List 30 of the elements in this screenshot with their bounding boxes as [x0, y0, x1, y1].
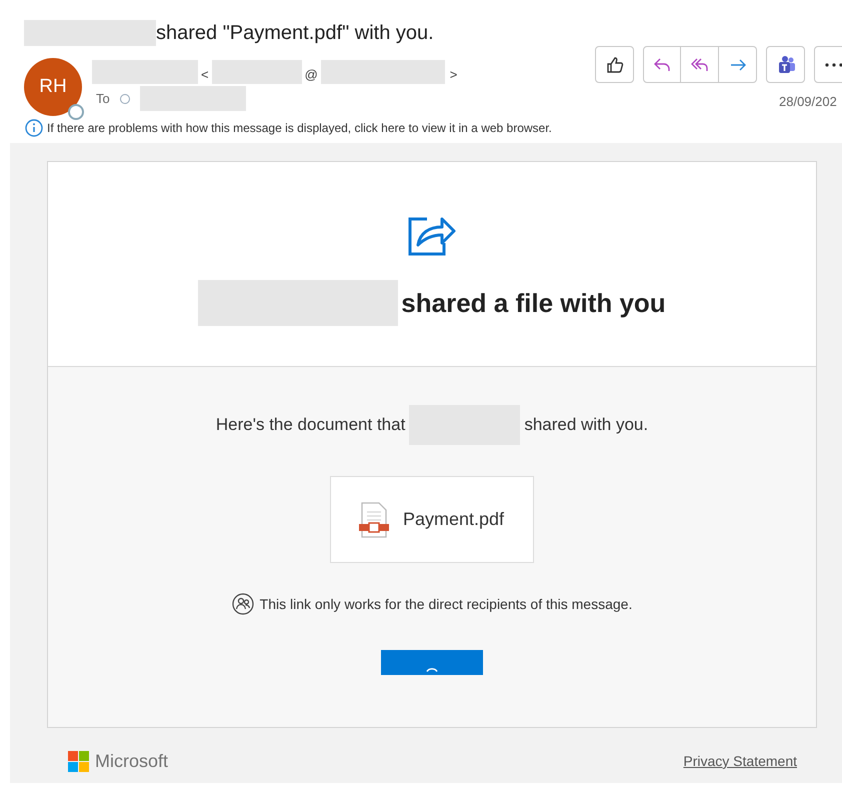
intro-text: shared with you.	[524, 414, 648, 436]
reply-all-button[interactable]	[681, 46, 719, 83]
email-subject: shared "Payment.pdf" with you.	[156, 21, 434, 46]
avatar: RH	[24, 58, 82, 116]
more-icon	[824, 62, 842, 66]
file-attachment[interactable]: Payment.pdf	[330, 476, 534, 563]
microsoft-logo-icon	[68, 751, 89, 772]
intro-text: Here's the document that	[216, 414, 406, 436]
people-icon	[232, 593, 254, 615]
spinner-icon	[426, 667, 438, 672]
info-bar-text[interactable]: If there are problems with how this message is displayed, click here to view it in a web browser.	[47, 119, 552, 137]
file-name: Payment.pdf	[403, 508, 504, 531]
info-icon	[25, 119, 43, 137]
pdf-file-icon	[359, 502, 389, 538]
message-date: 28/09/202	[779, 93, 837, 111]
thumbs-up-icon	[604, 54, 624, 74]
privacy-statement-link[interactable]: Privacy Statement	[683, 751, 797, 772]
presence-status-icon	[120, 94, 130, 104]
more-button[interactable]	[814, 46, 842, 83]
notice-text: This link only works for the direct recipients of this message.	[260, 594, 632, 614]
like-button[interactable]	[595, 46, 634, 83]
teams-button[interactable]	[766, 46, 805, 83]
brand-name: Microsoft	[95, 750, 168, 773]
at-sign: @	[304, 66, 318, 84]
sender-bracket: >	[450, 66, 458, 84]
to-label: To	[96, 90, 110, 108]
sender-bracket: <	[201, 66, 209, 84]
card-heading: shared a file with you	[401, 286, 666, 320]
reply-button[interactable]	[643, 46, 681, 83]
presence-status-icon	[68, 104, 84, 120]
